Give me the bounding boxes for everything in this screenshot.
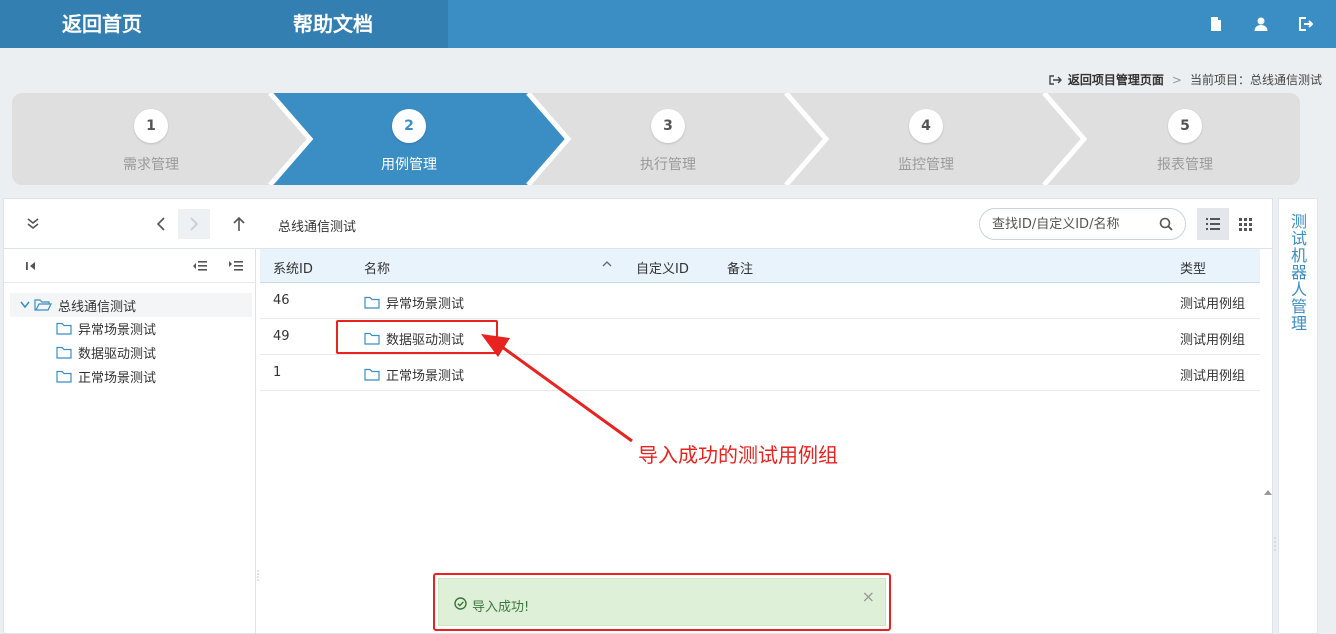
annotation-text: 导入成功的测试用例组 bbox=[638, 443, 838, 467]
check-circle-icon bbox=[454, 597, 467, 610]
toast-close-button[interactable]: × bbox=[862, 587, 875, 606]
toast-message: 导入成功! bbox=[472, 600, 530, 615]
success-toast: 导入成功! × bbox=[438, 578, 886, 626]
annotation-arrow bbox=[481, 334, 633, 443]
